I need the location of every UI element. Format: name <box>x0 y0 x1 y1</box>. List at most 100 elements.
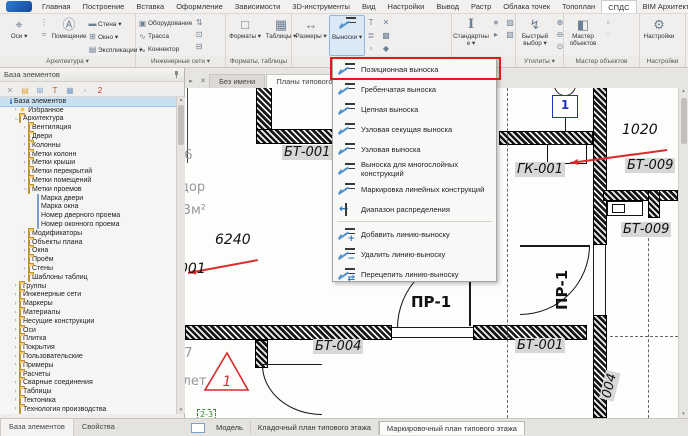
ribbon-tab-Вывод[interactable]: Вывод <box>430 0 465 13</box>
strike-icon[interactable]: ✕ <box>380 17 392 29</box>
expander-icon[interactable]: › <box>22 186 28 193</box>
expander-icon[interactable]: › <box>12 380 19 386</box>
menu-item-distribution-range[interactable]: Диапазон распределения <box>333 199 496 219</box>
pin-icon[interactable] <box>173 71 180 78</box>
scroll-thumb[interactable] <box>681 98 687 144</box>
ribbon-tab-Настройки[interactable]: Настройки <box>382 0 431 13</box>
hatch-icon[interactable]: ▩ <box>380 30 392 42</box>
tree-item[interactable]: ›★Избранное <box>0 106 176 115</box>
ribbon-tab-СПДС[interactable]: СПДС <box>601 0 636 13</box>
ribbon-group-label[interactable]: Архитектура ▾ <box>0 56 135 67</box>
expander-icon[interactable]: › <box>12 327 19 333</box>
shape-icon[interactable]: ◌ <box>602 29 614 41</box>
delete-icon[interactable]: ✕ <box>4 83 16 96</box>
menu-item-remove-leader-line[interactable]: −Удалить линию-выноску <box>333 244 496 264</box>
tree-item[interactable]: ›Сварные соединения <box>0 379 176 388</box>
expander-icon[interactable]: › <box>12 354 19 360</box>
tree-item[interactable]: ›Метки перекрытий <box>0 167 176 176</box>
frame-mark-icon[interactable]: ▫ <box>365 43 377 55</box>
ribbon-tab-Построение[interactable]: Построение <box>77 0 131 13</box>
wall-button[interactable]: ▬Стена ▾ <box>87 17 142 30</box>
ribbon-tab-Топоплан[interactable]: Топоплан <box>556 0 601 13</box>
room-icon-button[interactable]: ⒶПомещение <box>51 15 87 56</box>
tree-item[interactable]: ›Метки проемов <box>0 185 176 194</box>
expander-icon[interactable]: › <box>12 310 19 316</box>
doc-nav-icon[interactable]: ▸ <box>185 77 197 85</box>
ribbon-group-label[interactable]: Инженерные сети ▾ <box>136 56 225 67</box>
expander-icon[interactable]: › <box>12 362 19 368</box>
expander-icon[interactable]: › <box>21 257 28 263</box>
scroll-thumb[interactable] <box>178 105 184 145</box>
tree-item[interactable]: ›Примеры <box>0 361 176 370</box>
expander-icon[interactable]: › <box>21 125 28 131</box>
tree-scrollbar[interactable]: ▴ ▾ <box>176 97 185 414</box>
route-button[interactable]: ∿Трасса <box>137 30 192 43</box>
tree-item[interactable]: ›Метки колонн <box>0 150 176 159</box>
panel-icon[interactable]: ▫ <box>602 17 614 29</box>
tree-item[interactable]: ›Объекты плана <box>0 238 176 247</box>
tree-item[interactable]: ›Стены <box>0 264 176 273</box>
dimensions-icon-button[interactable]: ↔Размеры ▾ <box>293 15 329 56</box>
expander-icon[interactable]: › <box>21 169 28 175</box>
tree-item[interactable]: ›Таблицы <box>0 387 176 396</box>
menu-item-node-leader[interactable]: Узловая выноска <box>333 139 496 159</box>
tree-item[interactable]: ›Метки крыши <box>0 159 176 168</box>
expander-icon[interactable]: › <box>12 283 19 289</box>
minusbox-icon[interactable]: ⊟ <box>193 41 205 53</box>
axis-node-icon[interactable]: ≈ <box>38 29 50 41</box>
level-mark-icon[interactable]: ≣ <box>365 30 377 42</box>
box-icon[interactable]: ⊡ <box>193 29 205 41</box>
menu-item-add-leader-line[interactable]: +Добавить линию-выноску <box>333 224 496 244</box>
expander-icon[interactable]: › <box>21 160 28 166</box>
figure-icon[interactable]: ▸ <box>490 29 502 41</box>
text-marker-icon[interactable]: Т <box>49 83 61 96</box>
expander-icon[interactable]: › <box>12 345 19 351</box>
ribbon-tab-Зависимости[interactable]: Зависимости <box>229 0 287 13</box>
tree-item[interactable]: ›Покрытия <box>0 343 176 352</box>
layout-tab[interactable]: Модель <box>209 421 251 434</box>
scroll-down-icon[interactable]: ▾ <box>679 411 688 417</box>
expander-icon[interactable]: › <box>12 371 19 377</box>
tree-item[interactable]: ›Колонны <box>0 141 176 150</box>
preview-icon[interactable]: ▦ <box>64 83 76 96</box>
quick-select-icon-button[interactable]: ↯Быстрый выбор ▾ <box>517 15 553 56</box>
layout-list-icon[interactable] <box>191 423 205 433</box>
tree-item[interactable]: !База элементов <box>0 97 176 106</box>
axes-icon-button[interactable]: ⌖Оси ▾ <box>1 15 37 56</box>
ribbon-tab-Оформление[interactable]: Оформление <box>170 0 229 13</box>
expander-icon[interactable]: › <box>21 134 28 140</box>
tree-item[interactable]: ›Архитектура <box>0 115 176 124</box>
menu-item-linear-marking[interactable]: Маркировка линейных конструкций <box>333 179 496 199</box>
ribbon-tab-Главная[interactable]: Главная <box>36 0 77 13</box>
expander-icon[interactable]: › <box>12 292 19 298</box>
expander-icon[interactable]: › <box>12 318 19 324</box>
expander-icon[interactable]: › <box>21 239 28 245</box>
expander-icon[interactable]: › <box>21 230 28 236</box>
tree-item[interactable]: ›Двери <box>0 132 176 141</box>
scroll-down-icon[interactable]: ▾ <box>177 407 185 413</box>
equipment-button[interactable]: ▣Оборудование <box>137 17 192 30</box>
ribbon-tab-3D-инструменты[interactable]: 3D-инструменты <box>286 0 356 13</box>
ribbon-tab-Вид[interactable]: Вид <box>356 0 382 13</box>
expander-icon[interactable]: › <box>21 266 28 272</box>
add-element-icon[interactable]: ⊞ <box>34 83 46 96</box>
tree-item[interactable]: ›Тектоника <box>0 396 176 405</box>
canvas-scrollbar[interactable]: ▴ ▾ <box>678 88 688 418</box>
tree-item[interactable]: ›Шаблоны таблиц <box>0 273 176 282</box>
object-wizard-icon-button[interactable]: ◧Мастер объектов <box>565 15 601 56</box>
connector-button[interactable]: ↘Коннектор <box>137 43 192 56</box>
ribbon-tab-Облака точек[interactable]: Облака точек <box>497 0 556 13</box>
ribbon-tab-Вставка[interactable]: Вставка <box>130 0 170 13</box>
raster-icon[interactable]: ▨ <box>504 17 516 29</box>
ribbon-group-label[interactable]: Утилиты ▾ <box>516 56 563 67</box>
tree-item[interactable]: ›Плитка <box>0 335 176 344</box>
expander-icon[interactable]: › <box>12 336 19 342</box>
tree-item[interactable]: Номер оконного проема <box>0 220 176 229</box>
sidebar-tab-properties[interactable]: Свойства <box>74 419 123 436</box>
leaders-icon-button[interactable]: Выноски ▾ <box>329 15 365 56</box>
tree-item[interactable]: ›Расчеты <box>0 370 176 379</box>
steel-beam-icon-button[interactable]: IСтандартные ▾ <box>453 15 489 56</box>
app-logo-icon[interactable] <box>6 1 32 12</box>
tree-item[interactable]: Номер дверного проема <box>0 211 176 220</box>
tree-item[interactable]: ›Проём <box>0 255 176 264</box>
